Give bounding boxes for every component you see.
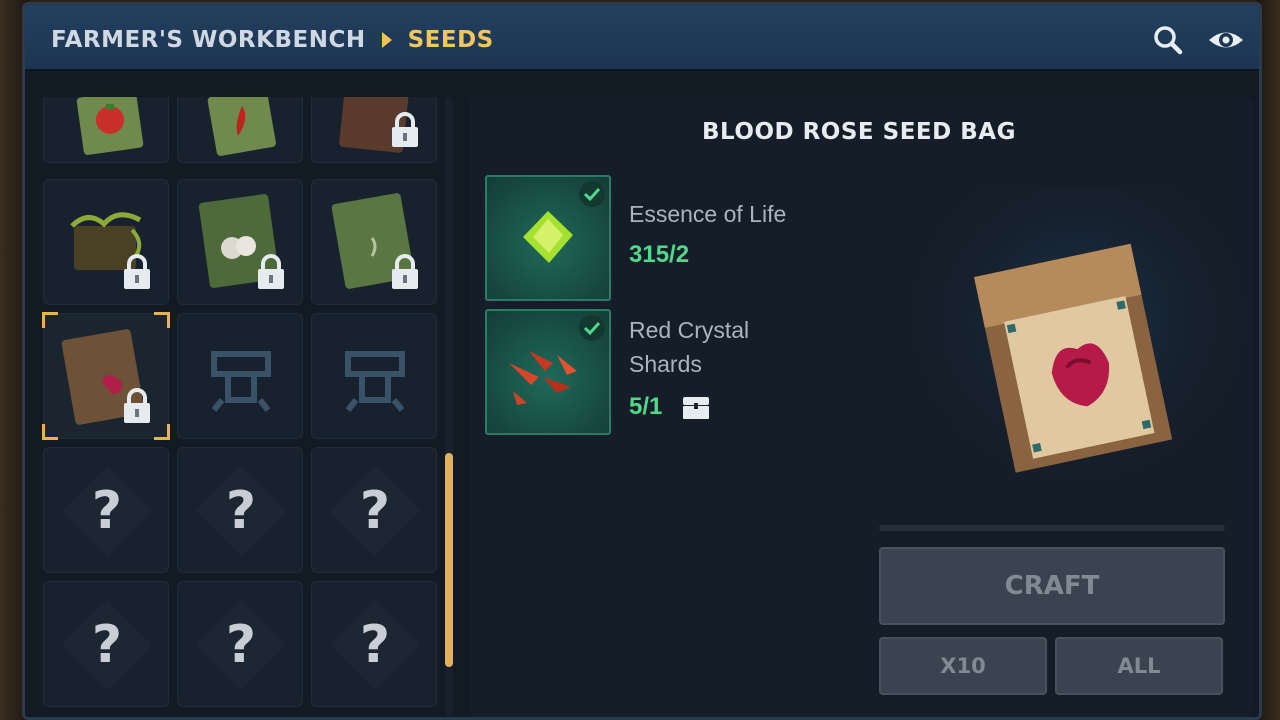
lock-icon: [392, 254, 418, 289]
unknown-label: ?: [359, 481, 391, 541]
unknown-label: ?: [91, 615, 123, 675]
selection-corner: [154, 312, 170, 328]
breadcrumb-arrow-icon: [381, 32, 392, 48]
ingredient-count: 315/2: [629, 241, 690, 268]
red-crystal-shards-icon[interactable]: [485, 309, 611, 435]
unknown-label: ?: [359, 615, 391, 675]
essence-of-life-icon[interactable]: [485, 175, 611, 301]
search-icon[interactable]: [1151, 23, 1185, 57]
breadcrumb-current: SEEDS: [407, 27, 494, 53]
craft-all-button[interactable]: ALL: [1055, 637, 1223, 695]
grid-scrollbar-thumb[interactable]: [445, 453, 453, 667]
recipe-slot-unknown[interactable]: ?: [311, 447, 437, 573]
check-icon: [579, 181, 605, 207]
chest-icon: [683, 397, 709, 419]
tomato-seed-bag-icon: [76, 97, 144, 155]
breadcrumb-parent[interactable]: FARMER'S WORKBENCH: [51, 27, 366, 53]
selection-corner: [42, 424, 58, 440]
recipe-slot-unknown[interactable]: ?: [177, 581, 303, 707]
breadcrumb: FARMER'S WORKBENCH SEEDS: [51, 25, 494, 55]
recipe-slot-unknown[interactable]: ?: [177, 447, 303, 573]
ingredient-name-line1: Red Crystal: [629, 317, 750, 343]
eye-icon[interactable]: [1207, 23, 1243, 57]
recipe-slot-cotton-seed-bag[interactable]: [177, 179, 303, 305]
unknown-label: ?: [91, 481, 123, 541]
ingredient-count: 5/1: [629, 393, 663, 420]
recipe-slot-green-seed-bag[interactable]: [311, 179, 437, 305]
ingredient-essence-of-life: Essence of Life 315/2: [485, 175, 905, 301]
action-divider: [879, 525, 1225, 531]
title-bar: FARMER'S WORKBENCH SEEDS: [25, 5, 1259, 71]
unknown-label: ?: [225, 615, 257, 675]
recipe-slot-tomato-seed-bag[interactable]: [43, 97, 169, 163]
recipe-slot-workbench-emblem[interactable]: [311, 313, 437, 439]
lock-icon: [258, 254, 284, 289]
recipe-grid: ? ? ? ? ? ?: [39, 97, 439, 717]
craft-x10-button[interactable]: X10: [879, 637, 1047, 695]
ingredient-red-crystal-shards: Red Crystal Shards 5/1: [485, 309, 905, 435]
recipe-slot-blood-rose-seed-bag[interactable]: [42, 312, 170, 440]
recipe-slot-unknown[interactable]: ?: [43, 581, 169, 707]
selection-corner: [42, 312, 58, 328]
item-title: BLOOD ROSE SEED BAG: [702, 119, 1016, 145]
recipe-slot-vine-seed-bag[interactable]: [43, 179, 169, 305]
check-icon: [579, 315, 605, 341]
recipe-slot-pepper-seed-bag[interactable]: [177, 97, 303, 163]
lock-icon: [392, 112, 418, 147]
recipe-slot-unknown[interactable]: ?: [43, 447, 169, 573]
recipe-slot-brown-seed-bag[interactable]: [311, 97, 437, 163]
recipe-slot-workbench-emblem[interactable]: [177, 313, 303, 439]
craft-button[interactable]: CRAFT: [879, 547, 1225, 625]
blood-rose-seed-bag-preview: [909, 187, 1249, 517]
crafting-window: FARMER'S WORKBENCH SEEDS ? ? ? ? ? ? BLO…: [22, 2, 1262, 720]
lock-icon: [124, 254, 150, 289]
unknown-label: ?: [225, 481, 257, 541]
pepper-seed-bag-icon: [207, 97, 276, 156]
ingredient-name-line2: Shards: [629, 351, 702, 377]
recipe-slot-unknown[interactable]: ?: [311, 581, 437, 707]
recipe-detail-panel: BLOOD ROSE SEED BAG Essence of Life 315/…: [469, 97, 1253, 717]
ingredient-name: Essence of Life: [629, 201, 787, 227]
selection-corner: [154, 424, 170, 440]
lock-icon: [124, 388, 150, 423]
workbench-emblem-icon: [345, 351, 405, 412]
workbench-emblem-icon: [211, 351, 271, 412]
